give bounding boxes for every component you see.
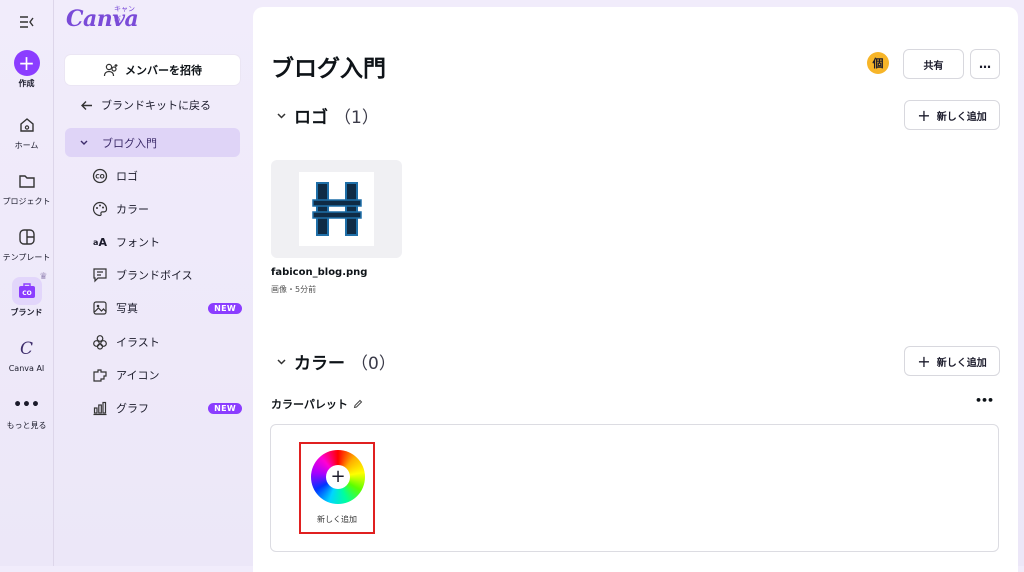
nav-item-label: イラスト xyxy=(116,336,160,349)
left-rail: + 作成 ホーム プロジェクト テンプレート CO ♛ ブランド C Canva… xyxy=(0,0,53,566)
nav-item-icons[interactable]: アイコン xyxy=(92,364,242,386)
crown-icon: ♛ xyxy=(39,272,48,282)
nav-item-label: カラー xyxy=(116,203,149,216)
rail-create[interactable]: + 作成 xyxy=(0,50,53,89)
plus-icon: + xyxy=(326,465,350,489)
font-icon: aA xyxy=(93,235,107,249)
invite-members-button[interactable]: メンバーを招待 xyxy=(65,55,240,85)
main-content: ブログ入門 個 共有 … ロゴ （1） + 新しく追加 fabicon_blog… xyxy=(253,7,1018,572)
photo-icon xyxy=(92,300,108,316)
rail-create-label: 作成 xyxy=(18,79,35,88)
brand-kit-label: ブログ入門 xyxy=(102,136,157,150)
rail-home-label: ホーム xyxy=(14,141,39,150)
plus-icon: + xyxy=(917,351,931,371)
folder-icon xyxy=(14,168,40,194)
brand-icon: CO ♛ xyxy=(11,272,48,305)
rail-canva-ai[interactable]: C Canva AI xyxy=(0,336,53,373)
nav-item-label: ブランドボイス xyxy=(116,269,193,282)
rail-templates-label: テンプレート xyxy=(2,253,51,262)
palette-icon xyxy=(92,201,108,217)
canva-logo-kana: キャンバ xyxy=(114,5,135,23)
nav-item-illustration[interactable]: イラスト xyxy=(92,331,242,353)
add-color-button[interactable]: + 新しく追加 xyxy=(299,442,375,534)
logo-file-name: fabicon_blog.png xyxy=(271,267,368,278)
avatar[interactable]: 個 xyxy=(867,52,889,74)
canva-ai-icon: C xyxy=(19,339,33,359)
nav-item-label: フォント xyxy=(116,236,160,249)
new-badge: NEW xyxy=(208,302,242,314)
nav-item-brand-voice[interactable]: ブランドボイス xyxy=(92,264,242,286)
plus-icon: + xyxy=(917,105,931,125)
invite-members-label: メンバーを招待 xyxy=(125,64,202,77)
nav-item-chart[interactable]: グラフ NEW xyxy=(92,397,242,419)
share-button[interactable]: 共有 xyxy=(903,49,964,79)
nav-item-label: 写真 xyxy=(116,302,138,315)
nav-item-color[interactable]: カラー xyxy=(92,198,242,220)
rail-brand-label: ブランド xyxy=(10,308,43,317)
logo-section-header[interactable]: ロゴ （1） xyxy=(277,103,379,128)
canva-logo[interactable]: Canva キャンバ xyxy=(66,5,139,32)
logo-icon: CO xyxy=(92,168,108,184)
template-icon xyxy=(14,224,40,250)
brand-kit-item[interactable]: ブログ入門 xyxy=(65,128,240,157)
logo-section-count: （1） xyxy=(334,108,379,128)
chevron-down-icon xyxy=(277,358,286,365)
nav-item-font[interactable]: aA フォント xyxy=(92,231,242,253)
color-section-header[interactable]: カラー （0） xyxy=(277,349,396,374)
page-title: ブログ入門 xyxy=(271,56,386,82)
rail-brand[interactable]: CO ♛ ブランド xyxy=(0,272,53,318)
chevron-down-icon xyxy=(277,112,286,119)
pencil-icon[interactable] xyxy=(353,399,363,409)
logo-card[interactable] xyxy=(271,160,402,258)
chart-icon xyxy=(92,400,108,416)
nav-item-logo[interactable]: CO ロゴ xyxy=(92,165,242,187)
svg-text:CO: CO xyxy=(95,174,105,181)
palette-more-icon[interactable]: ••• xyxy=(975,394,994,407)
rail-projects[interactable]: プロジェクト xyxy=(0,168,53,207)
arrow-left-icon xyxy=(80,100,93,111)
logo-section-title: ロゴ xyxy=(294,108,328,128)
nav-item-label: アイコン xyxy=(116,369,160,382)
back-label: ブランドキットに戻る xyxy=(101,99,211,112)
add-color-section-button[interactable]: + 新しく追加 xyxy=(904,346,1000,376)
collapse-menu-icon[interactable] xyxy=(17,12,37,32)
logo-thumbnail xyxy=(299,172,374,246)
svg-text:CO: CO xyxy=(22,290,32,297)
brand-panel: Canva キャンバ メンバーを招待 ブランドキットに戻る ブログ入門 CO ロ… xyxy=(54,0,252,566)
more-dots-icon: ••• xyxy=(13,397,40,413)
palette-title-label: カラーパレット xyxy=(271,398,348,411)
more-options-button[interactable]: … xyxy=(970,49,1000,79)
color-section-count: （0） xyxy=(351,354,396,374)
rail-home[interactable]: ホーム xyxy=(0,112,53,151)
palette-title[interactable]: カラーパレット xyxy=(271,396,363,412)
color-section-title: カラー xyxy=(294,354,345,374)
rail-projects-label: プロジェクト xyxy=(2,197,51,206)
brand-voice-icon xyxy=(92,267,108,283)
new-badge: NEW xyxy=(208,402,242,414)
color-palette-box: + 新しく追加 xyxy=(270,424,999,552)
home-icon xyxy=(14,112,40,138)
more-horizontal-icon: … xyxy=(979,57,991,71)
nav-item-label: ロゴ xyxy=(116,170,138,183)
illustration-icon xyxy=(92,334,108,350)
plus-icon: + xyxy=(13,50,40,76)
nav-item-photo[interactable]: 写真 NEW xyxy=(92,297,242,319)
add-color-section-label: 新しく追加 xyxy=(936,357,987,369)
chevron-down-icon xyxy=(80,140,88,146)
rail-canva-ai-label: Canva AI xyxy=(8,364,45,373)
rail-templates[interactable]: テンプレート xyxy=(0,224,53,263)
rail-more[interactable]: ••• もっと見る xyxy=(0,392,53,431)
nav-item-label: グラフ xyxy=(116,402,149,415)
add-color-label: 新しく追加 xyxy=(317,515,357,524)
add-people-icon xyxy=(103,63,119,77)
logo-file-meta: 画像・5分前 xyxy=(271,285,317,294)
add-logo-label: 新しく追加 xyxy=(936,111,987,123)
color-wheel-icon: + xyxy=(311,450,365,504)
add-logo-button[interactable]: + 新しく追加 xyxy=(904,100,1000,130)
back-to-brand-kit-link[interactable]: ブランドキットに戻る xyxy=(80,97,211,113)
rail-more-label: もっと見る xyxy=(6,421,47,430)
icons-icon xyxy=(92,367,108,383)
